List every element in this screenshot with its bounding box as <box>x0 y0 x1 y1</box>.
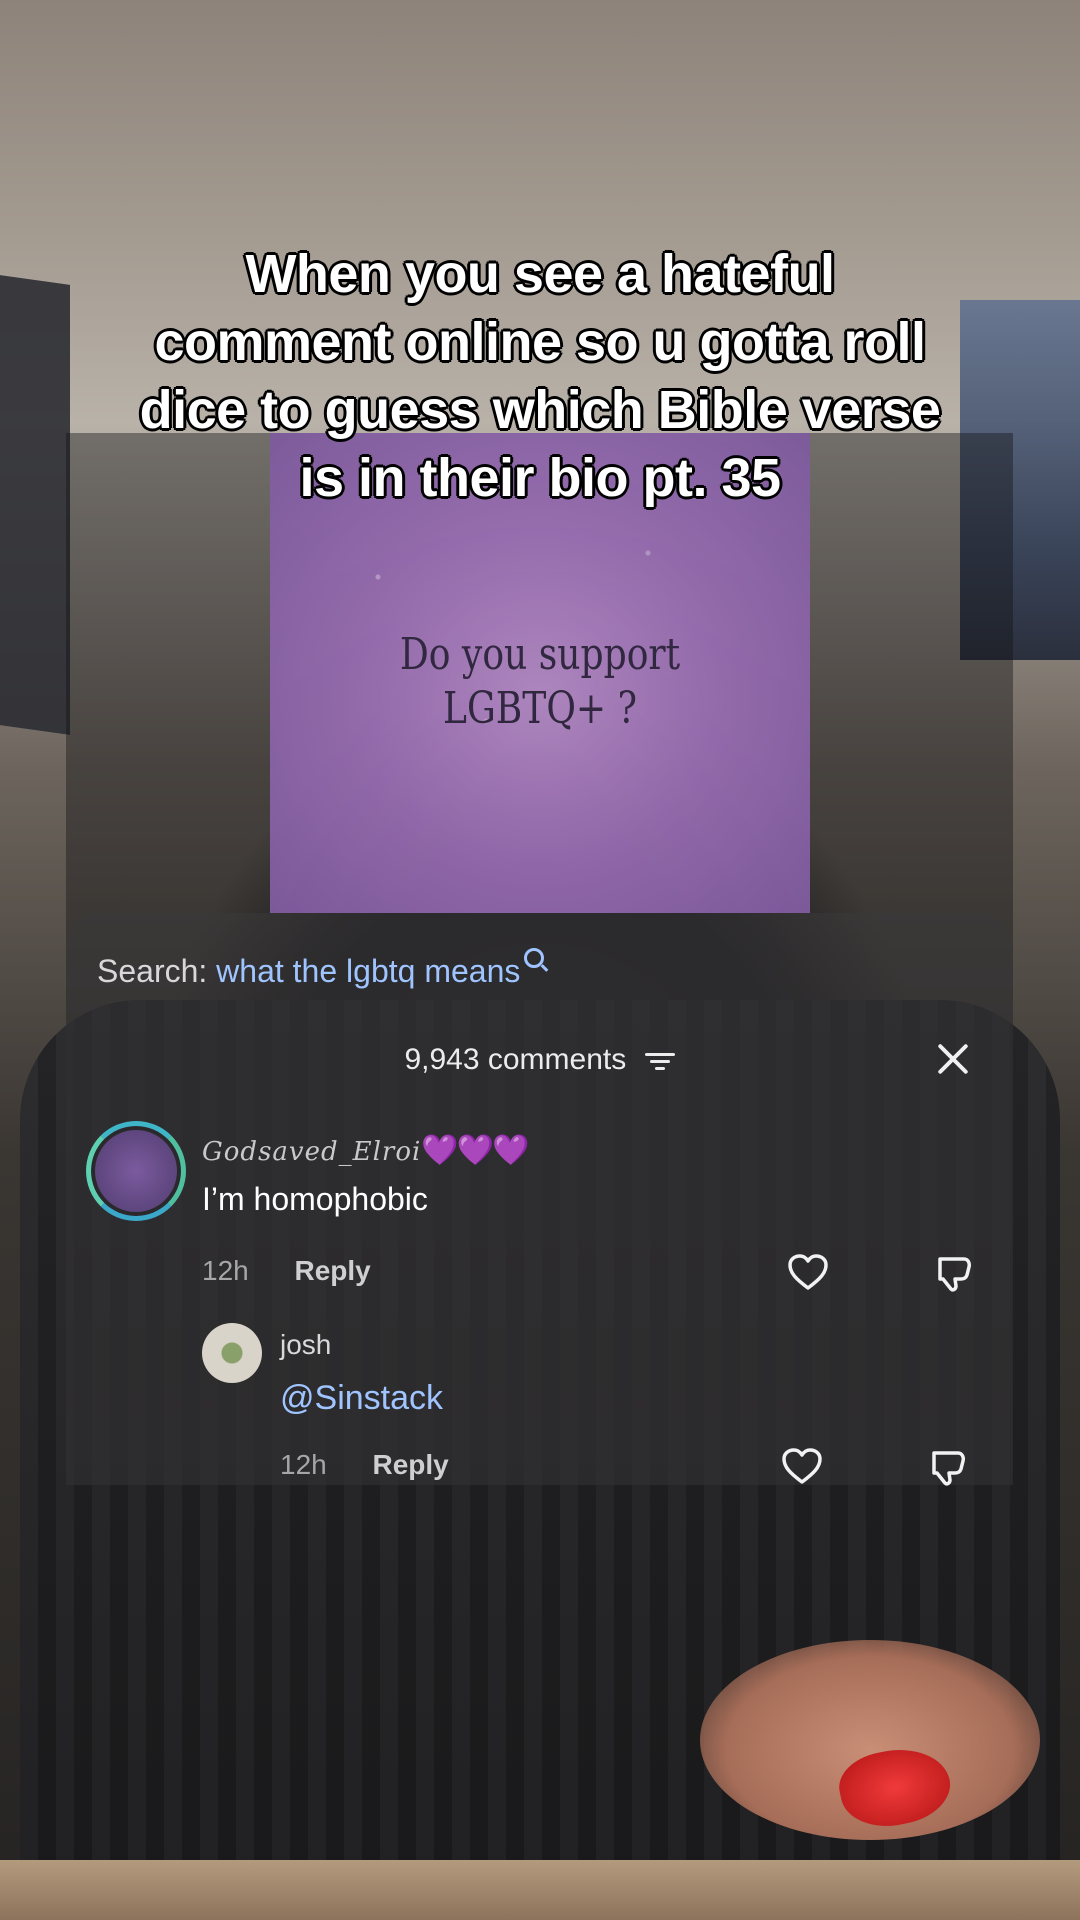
thumbnail-text: Do you support LGBTQ+ ? <box>319 628 762 736</box>
username-text: Godsaved_Elroi <box>202 1137 422 1167</box>
search-query[interactable]: what the lgbtq means <box>216 953 520 989</box>
comment-meta: 12h Reply <box>280 1449 449 1481</box>
comment-username[interactable]: Godsaved_Elroi💜💜💜 <box>202 1133 529 1168</box>
comments-panel: Search: what the lgbtq means 9,943 comme… <box>66 913 1013 1486</box>
comment-meta: 12h Reply <box>202 1255 371 1287</box>
search-label: Search: <box>97 953 208 989</box>
close-icon[interactable] <box>935 1041 971 1077</box>
dislike-icon[interactable] <box>932 1251 976 1295</box>
thumbnail-line: Do you support <box>399 629 681 680</box>
caption-line: comment online so u gotta roll <box>154 312 926 372</box>
comments-header: 9,943 comments <box>66 1043 1013 1077</box>
search-icon <box>524 948 545 968</box>
avatar[interactable] <box>86 1121 186 1221</box>
caption-line: is in their bio pt. 35 <box>299 448 781 508</box>
reply-button[interactable]: Reply <box>295 1255 371 1286</box>
comment-username[interactable]: josh <box>280 1329 331 1361</box>
search-suggestion[interactable]: Search: what the lgbtq means <box>97 948 545 990</box>
reply-button[interactable]: Reply <box>373 1449 449 1480</box>
comment-text: I’m homophobic <box>202 1181 428 1217</box>
table-edge <box>0 1860 1080 1920</box>
heart-icon[interactable] <box>780 1445 824 1489</box>
username-emoji: 💜💜💜 <box>421 1133 529 1168</box>
caption-line: When you see a hateful <box>245 244 835 304</box>
comment-mention[interactable]: @Sinstack <box>280 1379 443 1418</box>
avatar[interactable] <box>202 1323 262 1383</box>
thumbnail-line: LGBTQ+ ? <box>442 683 637 734</box>
comment-count: 9,943 comments <box>404 1043 627 1076</box>
video-caption: When you see a hateful comment online so… <box>60 240 1020 512</box>
comment-time: 12h <box>280 1449 327 1480</box>
dislike-icon[interactable] <box>926 1445 970 1489</box>
sort-icon[interactable] <box>644 1051 675 1071</box>
comment-time: 12h <box>202 1255 249 1286</box>
heart-icon[interactable] <box>786 1251 830 1295</box>
caption-line: dice to guess which Bible verse <box>139 380 941 440</box>
